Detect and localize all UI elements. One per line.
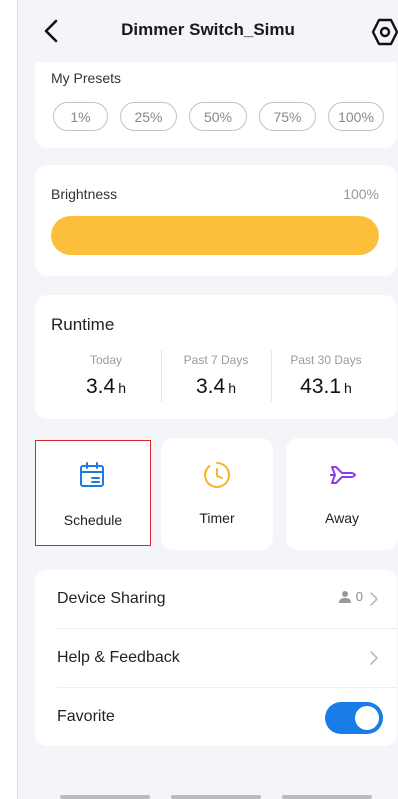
- runtime-divider: [271, 350, 272, 402]
- preset-button-50[interactable]: 50%: [189, 102, 247, 131]
- runtime-label: Past 30 Days: [290, 353, 362, 367]
- bottom-tab-indicator: [282, 795, 372, 799]
- runtime-value: 3.4: [196, 375, 226, 398]
- device-sharing-count: 0: [355, 589, 363, 604]
- device-sharing-row[interactable]: Device Sharing 0: [35, 570, 397, 629]
- left-edge-panel: [0, 0, 18, 799]
- favorite-row: Favorite: [35, 688, 397, 747]
- runtime-past-7-days: Past 7 Days 3.4 h: [166, 353, 266, 399]
- runtime-title: Runtime: [51, 315, 115, 334]
- help-feedback-row[interactable]: Help & Feedback: [35, 629, 397, 688]
- brightness-card: Brightness 100%: [35, 165, 397, 276]
- settings-hexagon-icon[interactable]: [370, 17, 398, 47]
- runtime-past-30-days: Past 30 Days 43.1 h: [276, 353, 376, 399]
- calendar-icon: [80, 462, 104, 487]
- preset-button-1[interactable]: 1%: [53, 102, 108, 131]
- brightness-value: 100%: [343, 186, 379, 202]
- runtime-unit: h: [228, 380, 236, 396]
- runtime-value: 3.4: [86, 375, 116, 398]
- chevron-right-icon: [370, 651, 378, 665]
- airplane-icon: [330, 466, 356, 484]
- runtime-label: Past 7 Days: [183, 353, 249, 367]
- favorite-label: Favorite: [57, 708, 115, 725]
- schedule-tile[interactable]: Schedule: [35, 440, 151, 546]
- preset-button-25[interactable]: 25%: [120, 102, 177, 131]
- runtime-unit: h: [344, 380, 352, 396]
- away-tile[interactable]: Away: [286, 438, 398, 550]
- presets-title: My Presets: [51, 70, 122, 86]
- brightness-slider-fill: [51, 216, 379, 255]
- brightness-slider[interactable]: [51, 216, 379, 255]
- settings-card: Device Sharing 0 Help & Feedback Favorit…: [35, 570, 397, 746]
- schedule-label: Schedule: [63, 512, 123, 528]
- clock-icon: [204, 462, 231, 488]
- preset-button-75[interactable]: 75%: [259, 102, 316, 131]
- runtime-value: 43.1: [300, 375, 342, 398]
- app-header: Dimmer Switch_Simu: [18, 0, 398, 62]
- brightness-title: Brightness: [51, 186, 118, 202]
- device-sharing-label: Device Sharing: [57, 590, 166, 607]
- runtime-divider: [161, 350, 162, 402]
- person-icon: [338, 590, 351, 603]
- runtime-label: Today: [89, 353, 123, 367]
- runtime-today: Today 3.4 h: [56, 353, 156, 399]
- bottom-tab-indicator: [60, 795, 150, 799]
- favorite-toggle[interactable]: [325, 702, 383, 734]
- presets-card: My Presets 1% 25% 50% 75% 100%: [35, 62, 397, 148]
- toggle-knob: [355, 706, 379, 730]
- runtime-card: Runtime Today 3.4 h Past 7 Days 3.4 h Past…: [35, 295, 397, 419]
- preset-list: 1% 25% 50% 75% 100%: [53, 102, 384, 131]
- bottom-tab-indicator: [171, 795, 261, 799]
- preset-button-100[interactable]: 100%: [328, 102, 384, 131]
- timer-tile[interactable]: Timer: [161, 438, 273, 550]
- chevron-right-icon: [370, 592, 378, 606]
- page-title: Dimmer Switch_Simu: [121, 20, 295, 39]
- help-feedback-label: Help & Feedback: [57, 649, 180, 666]
- timer-label: Timer: [199, 510, 235, 526]
- runtime-unit: h: [118, 380, 126, 396]
- away-label: Away: [325, 510, 359, 526]
